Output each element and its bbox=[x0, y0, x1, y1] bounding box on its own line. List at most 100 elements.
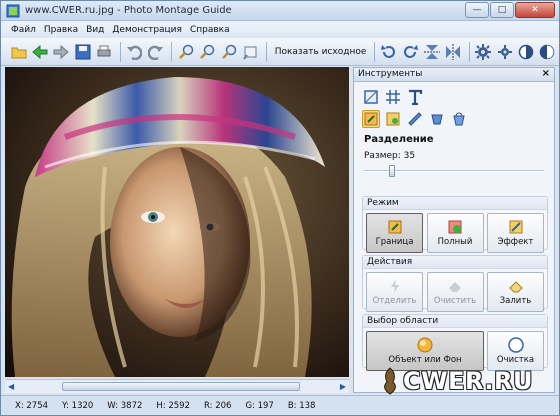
tool-sub-row bbox=[354, 106, 554, 128]
mode-full-label: Полный bbox=[437, 237, 473, 247]
fill-button[interactable]: Залить bbox=[487, 272, 544, 312]
border-mode-icon bbox=[388, 220, 401, 234]
fill-tool-icon[interactable] bbox=[384, 110, 402, 128]
scrollbar-thumb[interactable] bbox=[62, 382, 300, 391]
mode-group: Режим Граница Полный Эффект bbox=[362, 196, 548, 253]
selection-group: Выбор области Объект или Фон Очистка bbox=[362, 314, 548, 371]
zoom-in-icon[interactable] bbox=[176, 42, 195, 62]
status-y: Y: 1320 bbox=[62, 400, 94, 411]
rotate-right-icon[interactable] bbox=[401, 42, 420, 62]
settings-icon[interactable] bbox=[474, 42, 493, 62]
toolbar: Показать исходное bbox=[1, 38, 559, 66]
action-buttons: Отделить Очистить Залить bbox=[363, 269, 547, 312]
photo-image bbox=[5, 67, 349, 377]
brush-tool-icon[interactable] bbox=[428, 110, 446, 128]
grid-tool-icon[interactable] bbox=[384, 88, 402, 106]
title-bar: www.CWER.ru.jpg - Photo Montage Guide — … bbox=[1, 1, 559, 21]
close-button[interactable]: ✕ bbox=[515, 2, 555, 18]
fill-label: Залить bbox=[499, 296, 532, 306]
menu-demo[interactable]: Демонстрация bbox=[112, 25, 182, 35]
cleanup-circle-icon bbox=[507, 337, 524, 353]
undo-icon[interactable] bbox=[125, 42, 144, 62]
watermark-logo-icon bbox=[384, 367, 396, 395]
clear-button[interactable]: Очистить bbox=[426, 272, 484, 312]
menu-bar: Файл Правка Вид Демонстрация Справка bbox=[1, 21, 559, 38]
mode-buttons: Граница Полный Эффект bbox=[363, 210, 547, 253]
flip-horizontal-icon[interactable] bbox=[443, 42, 462, 62]
menu-edit[interactable]: Правка bbox=[44, 25, 78, 35]
horizontal-scrollbar[interactable]: ◀ ▶ bbox=[5, 379, 349, 393]
forward-icon[interactable] bbox=[52, 42, 71, 62]
back-icon[interactable] bbox=[30, 42, 49, 62]
save-icon[interactable] bbox=[73, 42, 92, 62]
bucket-tool-icon[interactable] bbox=[450, 110, 468, 128]
rotate-left-icon[interactable] bbox=[379, 42, 398, 62]
redo-icon[interactable] bbox=[146, 42, 165, 62]
section-title: Разделение bbox=[364, 134, 434, 145]
gear-icon[interactable] bbox=[495, 42, 514, 62]
slider-handle[interactable] bbox=[389, 165, 395, 177]
status-x: X: 2754 bbox=[15, 400, 49, 411]
status-height: H: 2592 bbox=[156, 400, 190, 411]
app-icon bbox=[6, 4, 20, 18]
toolbar-divider bbox=[374, 41, 376, 62]
toolbar-divider bbox=[468, 41, 470, 62]
effect-mode-icon bbox=[509, 220, 522, 234]
window-title: www.CWER.ru.jpg - Photo Montage Guide bbox=[25, 5, 232, 16]
toolbar-divider bbox=[171, 41, 173, 62]
crop-tool-icon[interactable] bbox=[362, 88, 380, 106]
zoom-actual-icon[interactable] bbox=[240, 42, 259, 62]
zoom-out-icon[interactable] bbox=[198, 42, 217, 62]
scroll-right-icon[interactable]: ▶ bbox=[340, 382, 346, 391]
mode-full-button[interactable]: Полный bbox=[426, 213, 484, 253]
menu-view[interactable]: Вид bbox=[86, 25, 104, 35]
status-green: G: 197 bbox=[245, 400, 274, 411]
app-window: www.CWER.ru.jpg - Photo Montage Guide — … bbox=[0, 0, 560, 416]
stamp-tool-icon[interactable] bbox=[406, 110, 424, 128]
mode-effect-button[interactable]: Эффект bbox=[487, 213, 544, 253]
print-icon[interactable] bbox=[94, 42, 113, 62]
selection-group-title: Выбор области bbox=[363, 315, 547, 328]
contrast-icon[interactable] bbox=[516, 42, 535, 62]
menu-help[interactable]: Справка bbox=[190, 25, 230, 35]
watermark-text: CWER.RU bbox=[403, 367, 533, 395]
flip-vertical-icon[interactable] bbox=[422, 42, 441, 62]
image-canvas[interactable] bbox=[5, 67, 349, 377]
panel-title: Инструменты bbox=[358, 69, 423, 79]
zoom-fit-icon[interactable] bbox=[219, 42, 238, 62]
tools-panel: Инструменты × Разделение Размер: 35 Режи… bbox=[353, 67, 555, 393]
clear-label: Очистить bbox=[433, 296, 477, 306]
mode-border-label: Граница bbox=[375, 237, 414, 247]
separate-icon bbox=[390, 279, 399, 293]
separate-button[interactable]: Отделить bbox=[366, 272, 423, 312]
maximize-button[interactable]: □ bbox=[490, 2, 514, 18]
scroll-left-icon[interactable]: ◀ bbox=[8, 382, 14, 391]
size-slider[interactable] bbox=[364, 165, 544, 177]
separate-tool-icon[interactable] bbox=[362, 110, 380, 128]
actions-group: Действия Отделить Очистить Залить bbox=[362, 255, 548, 312]
show-original-button[interactable]: Показать исходное bbox=[271, 47, 371, 57]
status-width: W: 3872 bbox=[107, 400, 143, 411]
fill-icon bbox=[508, 281, 523, 293]
actions-group-title: Действия bbox=[363, 256, 547, 269]
object-circle-icon bbox=[417, 337, 433, 353]
open-icon[interactable] bbox=[9, 42, 28, 62]
size-label: Размер: 35 bbox=[364, 151, 416, 161]
panel-header: Инструменты × bbox=[354, 68, 554, 82]
separate-label: Отделить bbox=[372, 296, 417, 306]
tool-mode-row bbox=[354, 82, 554, 106]
mode-effect-label: Эффект bbox=[497, 237, 534, 247]
mode-group-title: Режим bbox=[363, 197, 547, 210]
mode-border-button[interactable]: Граница bbox=[366, 213, 423, 253]
minimize-button[interactable]: — bbox=[465, 2, 489, 18]
status-red: R: 206 bbox=[204, 400, 232, 411]
window-controls: — □ ✕ bbox=[464, 2, 555, 18]
text-tool-icon[interactable] bbox=[406, 88, 424, 106]
watermark: CWER.RU bbox=[379, 363, 559, 399]
eraser-icon bbox=[449, 282, 461, 292]
panel-close-icon[interactable]: × bbox=[542, 68, 550, 79]
menu-file[interactable]: Файл bbox=[11, 25, 36, 35]
invert-icon[interactable] bbox=[538, 42, 557, 62]
status-blue: B: 138 bbox=[287, 400, 316, 411]
toolbar-divider bbox=[119, 41, 121, 62]
